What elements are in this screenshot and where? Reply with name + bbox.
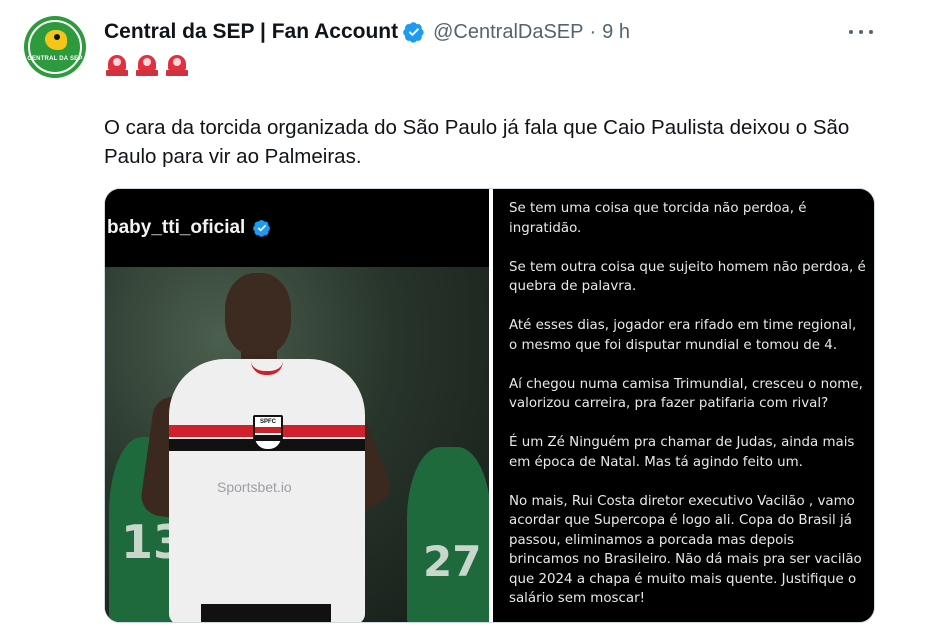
background-jersey-number: 27	[423, 537, 482, 586]
siren-emoji-icon	[104, 52, 130, 78]
spfc-crest: SPFC	[253, 415, 283, 451]
more-dot	[859, 30, 863, 34]
more-options-icon[interactable]	[846, 22, 876, 42]
player-jersey: SPFC Sportsbet.io	[169, 359, 365, 622]
tweet-timestamp[interactable]: 9 h	[602, 21, 630, 44]
author-name[interactable]: Central da SEP | Fan Account	[104, 20, 398, 44]
more-dot	[869, 30, 873, 34]
avatar-parrot-icon	[45, 30, 67, 50]
emoji-row	[104, 52, 190, 78]
jersey-sponsor: Sportsbet.io	[217, 479, 292, 495]
caption-paragraph: Até esses dias, jogador era rifado em ti…	[509, 318, 857, 353]
background-player	[407, 447, 489, 622]
tweet-header: Central da SEP | Fan Account @CentralDaS…	[104, 19, 630, 45]
avatar-parrot-eye	[54, 34, 60, 40]
caption-paragraph: Aí chegou numa camisa Trimundial, cresce…	[509, 376, 863, 412]
tweet-text: O cara da torcida organizada do São Paul…	[104, 116, 850, 168]
verified-badge-icon	[253, 220, 271, 237]
profile-avatar[interactable]: CENTRAL DA SEP	[24, 16, 86, 78]
avatar-text: CENTRAL DA SEP	[27, 56, 83, 62]
instagram-username: baby_tti_oficial	[107, 217, 246, 238]
caption-paragraph: Se tem outra coisa que sujeito homem não…	[509, 259, 866, 295]
media-image-right[interactable]: Se tem uma coisa que torcida não perdoa,…	[493, 189, 874, 622]
more-dot	[849, 30, 853, 34]
crest-text: SPFC	[259, 419, 276, 425]
siren-emoji-icon	[164, 52, 190, 78]
caption-paragraph: Se tem uma coisa que torcida não perdoa,…	[509, 201, 807, 236]
caption-paragraph: No mais, Rui Costa diretor executivo Vac…	[509, 493, 862, 607]
instagram-caption: Se tem uma coisa que torcida não perdoa,…	[509, 199, 866, 622]
tweet-media[interactable]: baby_tti_oficial 13 27 SPFC Sportsbet.io…	[104, 188, 875, 623]
separator-dot: ·	[589, 20, 597, 43]
jersey-collar	[251, 361, 283, 375]
instagram-username-row: baby_tti_oficial	[107, 217, 271, 239]
siren-emoji-icon	[134, 52, 160, 78]
player-shorts	[201, 604, 331, 622]
player-photo: 13 27 SPFC Sportsbet.io	[105, 267, 489, 622]
caption-paragraph: É um Zé Ninguém pra chamar de Judas, ain…	[509, 435, 855, 470]
media-image-left[interactable]: baby_tti_oficial 13 27 SPFC Sportsbet.io	[105, 189, 489, 622]
verified-badge-icon[interactable]	[403, 21, 425, 43]
player-head	[225, 273, 291, 355]
author-handle[interactable]: @CentralDaSEP	[433, 21, 583, 44]
